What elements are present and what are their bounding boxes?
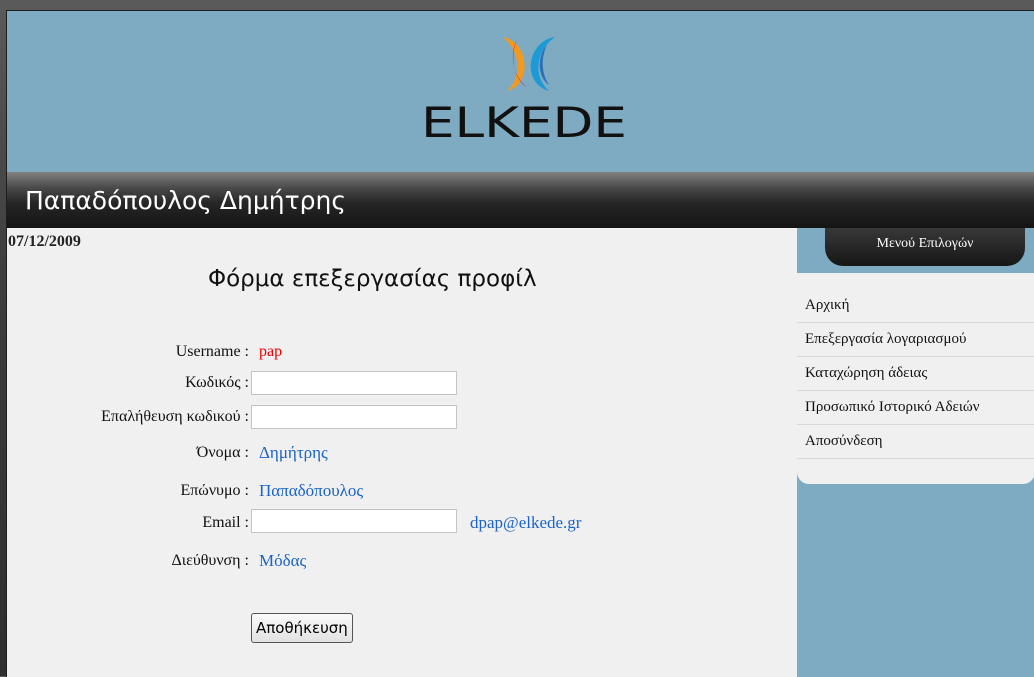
menu-item-home[interactable]: Αρχική bbox=[797, 289, 1034, 323]
last-name-value: Παπαδόπουλος bbox=[259, 481, 364, 500]
first-name-value: Δημήτρης bbox=[259, 443, 328, 462]
email-label: Email : bbox=[202, 514, 249, 531]
last-name-label: Επώνυμο : bbox=[180, 482, 249, 499]
elkede-logo-icon: ELKEDE bbox=[421, 37, 627, 147]
password-label: Κωδικός : bbox=[185, 374, 249, 391]
address-label: Διεύθυνση : bbox=[171, 552, 250, 569]
save-button[interactable]: Αποθήκευση bbox=[251, 613, 353, 643]
confirm-password-input[interactable] bbox=[251, 405, 457, 429]
address-value: Μόδας bbox=[259, 551, 307, 570]
confirm-password-label: Επαλήθευση κωδικού : bbox=[101, 408, 249, 425]
password-input[interactable] bbox=[251, 371, 457, 395]
menu-item-leave-request[interactable]: Καταχώρηση άδειας bbox=[797, 357, 1034, 391]
email-input[interactable] bbox=[251, 509, 457, 533]
menu-panel: Αρχική Επεξεργασία λογαριασμού Καταχώρησ… bbox=[797, 273, 1034, 484]
username-label: Username : bbox=[175, 343, 249, 360]
username-value: pap bbox=[259, 343, 283, 360]
menu-list: Αρχική Επεξεργασία λογαριασμού Καταχώρησ… bbox=[797, 289, 1034, 459]
menu-item-logout[interactable]: Αποσύνδεση bbox=[797, 425, 1034, 459]
first-name-label: Όνομα : bbox=[196, 444, 249, 461]
elkede-logo[interactable]: ELKEDE bbox=[417, 25, 632, 147]
user-display-name: Παπαδόπουλος Δημήτρης bbox=[25, 186, 347, 215]
current-date: 07/12/2009 bbox=[8, 233, 81, 250]
page: ELKEDE Παπαδόπουλος Δημήτρης 07/12/2009 … bbox=[6, 10, 1034, 677]
header: ELKEDE bbox=[7, 11, 1034, 172]
menu-item-edit-account[interactable]: Επεξεργασία λογαριασμού bbox=[797, 323, 1034, 357]
current-email: dpap@elkede.gr bbox=[470, 513, 582, 532]
user-name-bar: Παπαδόπουλος Δημήτρης bbox=[7, 172, 1034, 228]
menu-title: Μενού Επιλογών bbox=[876, 236, 974, 251]
menu-tab: Μενού Επιλογών bbox=[825, 228, 1025, 266]
logo-wordmark: ELKEDE bbox=[421, 98, 627, 145]
form-title: Φόρμα επεξεργασίας προφίλ bbox=[208, 266, 537, 292]
menu-item-leave-history[interactable]: Προσωπικό Ιστορικό Αδειών bbox=[797, 391, 1034, 425]
